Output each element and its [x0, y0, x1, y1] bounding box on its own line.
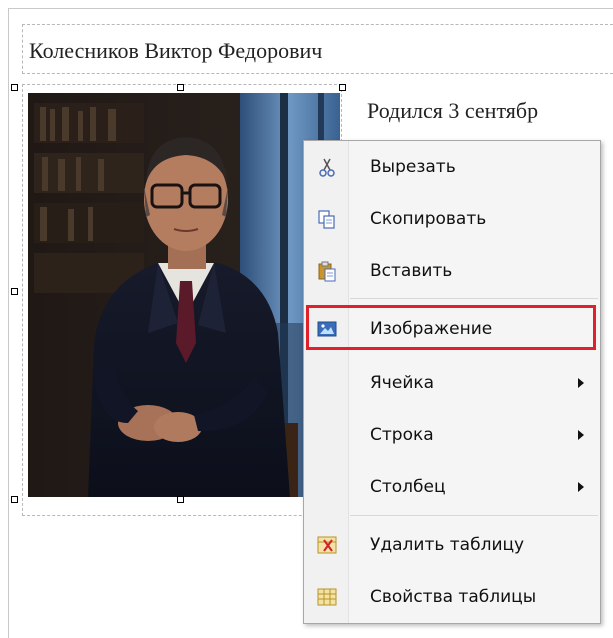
menu-separator [350, 515, 598, 516]
scissors-icon [316, 156, 338, 178]
resize-handle-bottom-left[interactable] [11, 496, 18, 503]
resize-handle-top-left[interactable] [11, 84, 18, 91]
bio-text: Родился 3 сентябр [367, 98, 539, 123]
resize-handle-top-center[interactable] [177, 84, 184, 91]
menu-item-column[interactable]: Столбец [306, 461, 598, 513]
resize-handle-top-right[interactable] [339, 84, 346, 91]
resize-handle-bottom-center[interactable] [177, 496, 184, 503]
menu-item-label: Столбец [370, 477, 446, 497]
portrait-photo[interactable] [28, 93, 340, 497]
portrait-image [28, 93, 340, 497]
menu-item-table-properties[interactable]: Свойства таблицы [306, 571, 598, 623]
resize-handle-middle-left[interactable] [11, 288, 18, 295]
copy-icon [316, 208, 338, 230]
menu-item-label: Строка [370, 425, 434, 445]
menu-separator [350, 298, 598, 299]
submenu-arrow-icon [578, 378, 584, 388]
paste-icon [316, 260, 338, 282]
menu-item-copy[interactable]: Скопировать [306, 193, 598, 245]
menu-item-cell[interactable]: Ячейка [306, 357, 598, 409]
menu-item-row[interactable]: Строка [306, 409, 598, 461]
context-menu: Вырезать Скопировать Вставить Изображени… [303, 140, 601, 624]
menu-item-label: Свойства таблицы [370, 587, 537, 607]
menu-item-label: Вырезать [370, 157, 456, 177]
delete-table-icon [316, 534, 338, 556]
menu-item-label: Вставить [370, 261, 453, 281]
submenu-arrow-icon [578, 482, 584, 492]
menu-item-delete-table[interactable]: Удалить таблицу [306, 519, 598, 571]
submenu-arrow-icon [578, 430, 584, 440]
menu-item-cut[interactable]: Вырезать [306, 141, 598, 193]
menu-item-label: Ячейка [370, 373, 435, 393]
table-properties-icon [316, 586, 338, 608]
menu-item-label: Скопировать [370, 209, 487, 229]
person-name: Колесников Виктор Федорович [29, 38, 323, 63]
table-cell-name[interactable]: Колесников Виктор Федорович [22, 24, 613, 74]
highlight-box [306, 305, 596, 350]
menu-item-label: Удалить таблицу [370, 535, 525, 555]
menu-item-paste[interactable]: Вставить [306, 245, 598, 297]
